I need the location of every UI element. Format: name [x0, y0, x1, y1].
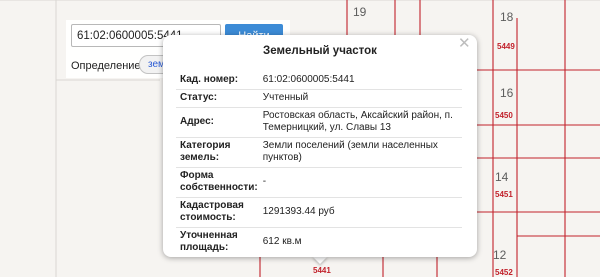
parcel-number-18: 18	[500, 10, 514, 24]
info-row-cadastral-value: Кадастровая стоимость: 1291393.44 руб	[176, 197, 462, 228]
info-row-area: Уточненная площадь: 612 кв.м	[176, 228, 462, 258]
parcel-number-12: 12	[493, 248, 507, 262]
parcel-info-table: Кад. номер: 61:02:0600005:5441 Статус: У…	[176, 72, 462, 257]
info-row-ownership-form: Форма собственности: -	[176, 167, 462, 198]
info-label: Форма собственности:	[176, 167, 260, 198]
parcel-id-5450[interactable]: 5450	[495, 111, 513, 120]
parcel-info-popup: ✕ Земельный участок Кад. номер: 61:02:06…	[163, 35, 477, 257]
info-row-land-category: Категория земель: Земли поселений (земли…	[176, 137, 462, 168]
info-row-status: Статус: Учтенный	[176, 89, 462, 108]
popup-title: Земельный участок	[263, 45, 377, 57]
popup-pointer	[312, 256, 328, 264]
info-value: 61:02:0600005:5441	[259, 72, 462, 90]
parcel-number-16: 16	[500, 86, 514, 100]
parcel-id-5449[interactable]: 5449	[497, 42, 515, 51]
parcel-id-5452[interactable]: 5452	[495, 268, 513, 277]
info-label: Кадастровая стоимость:	[176, 197, 260, 228]
info-value: -	[259, 167, 462, 198]
parcel-id-5441[interactable]: 5441	[313, 266, 331, 275]
info-label: Статус:	[176, 89, 260, 108]
info-label: Адрес:	[176, 107, 260, 138]
info-value: 1291393.44 руб	[259, 197, 462, 228]
info-label: Уточненная площадь:	[180, 230, 238, 253]
info-value: Ростовская область, Аксайский район, п. …	[259, 107, 462, 138]
parcel-id-5451[interactable]: 5451	[495, 190, 513, 199]
type-label: Определение:	[71, 60, 144, 72]
info-label: Категория земель:	[176, 137, 260, 168]
info-row-address: Адрес: Ростовская область, Аксайский рай…	[176, 107, 462, 138]
info-row-cadastral-number: Кад. номер: 61:02:0600005:5441	[176, 72, 462, 90]
parcel-number-14: 14	[495, 170, 509, 184]
info-value: Учтенный	[259, 89, 462, 108]
info-label: Кад. номер:	[176, 72, 260, 90]
info-value: Земли поселений (земли населенных пункто…	[259, 137, 462, 168]
parcel-number-19: 19	[353, 5, 367, 19]
info-value: 612 кв.м	[262, 236, 302, 247]
